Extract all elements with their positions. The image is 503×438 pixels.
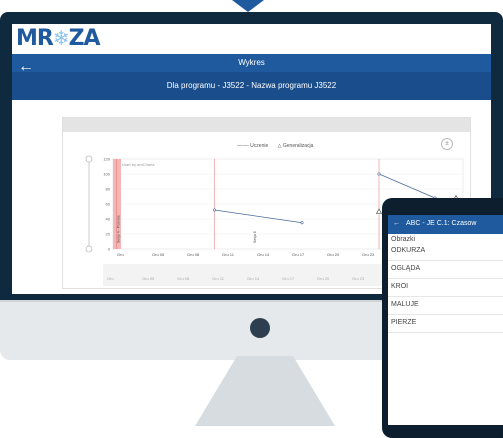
legend-generalizacja[interactable]: △ Generalizacja: [278, 143, 314, 149]
tablet-list-item[interactable]: PIERZE: [388, 317, 503, 333]
x-tick-label: Gru 05: [152, 252, 165, 257]
data-point-uczenie: [300, 221, 304, 225]
legend-generalizacja-label: Generalizacja: [282, 143, 314, 149]
logo-suffix: ZA: [68, 26, 101, 51]
tablet-list-item-label: MALUJE: [391, 301, 419, 308]
tablet-list-item[interactable]: KROI: [388, 281, 503, 297]
monitor-button-icon: [250, 318, 270, 338]
y-scroll-handle-bottom: [85, 245, 93, 253]
scrollbar-tick-label: Gru 11: [212, 276, 224, 281]
snowflake-icon: ❄: [52, 26, 70, 50]
tablet-screen: ← ABC - JE C.1: Czasow Obrazki ODKURZA OG…: [388, 215, 503, 425]
scrollbar-tick-label: Gru: [107, 276, 114, 281]
tablet-list-item[interactable]: OGLĄDA: [388, 263, 503, 279]
session-annotation: Sesja 6: [253, 231, 257, 243]
x-tick-label: Gru 20: [327, 252, 340, 257]
app-logo: MR❄ZA: [16, 26, 101, 51]
logo-prefix: MR: [16, 26, 54, 51]
tablet-list-item-label: ODKURZA: [391, 247, 426, 254]
x-tick-label: Gru: [117, 252, 124, 257]
chart-credit: JS chart by amCharts: [116, 162, 154, 167]
scrollbar-tick-label: Gru 23: [352, 276, 365, 281]
data-point-uczenie: [377, 172, 381, 176]
x-tick-label: Gru 23: [362, 252, 375, 257]
subheader: Dla programu - J3522 - Nazwa programu J3…: [12, 72, 491, 100]
scrollbar-tick-label: Gru 08: [177, 276, 190, 281]
panel-header: [63, 118, 470, 132]
page-title: Wykres: [238, 58, 265, 67]
x-tick-label: Gru 08: [187, 252, 200, 257]
x-tick-label: Gru 11: [222, 252, 235, 257]
x-tick-label: Gru 14: [257, 252, 270, 257]
scrollbar-tick-label: Gru 20: [317, 276, 330, 281]
tablet-back-icon[interactable]: ←: [393, 220, 400, 227]
scrollbar-tick-label: Gru 17: [282, 276, 295, 281]
data-point-uczenie: [213, 208, 217, 212]
y-tick-label: 80: [106, 187, 111, 192]
x-tick-label: Gru 17: [292, 252, 305, 257]
scrollbar-tick-label: Gru 05: [142, 276, 155, 281]
tablet-list-item[interactable]: MALUJE: [388, 299, 503, 315]
y-tick-label: 60: [106, 202, 111, 207]
legend-uczenie[interactable]: —◦— Uczenie: [237, 143, 268, 149]
chart-legend: —◦— Uczenie △ Generalizacja: [233, 143, 317, 149]
monitor-stand: [195, 356, 335, 426]
scrollbar-tick-label: Gru 14: [247, 276, 260, 281]
y-tick-label: 0: [108, 247, 111, 252]
tablet-title: ABC - JE C.1: Czasow: [406, 220, 477, 227]
y-tick-label: 40: [106, 217, 111, 222]
top-arrow-icon: [232, 0, 264, 12]
y-tick-label: 120: [103, 157, 110, 162]
tablet-list-item[interactable]: ODKURZA: [388, 245, 503, 261]
y-tick-label: 100: [103, 172, 110, 177]
program-title: Dla programu - J3522 - Nazwa programu J3…: [166, 81, 337, 90]
y-tick-label: 20: [106, 232, 111, 237]
tablet-list-item-label: OGLĄDA: [391, 265, 421, 272]
section-label: Obrazki: [391, 236, 416, 243]
tablet-list-item-label: PIERZE: [391, 319, 417, 326]
tablet-list-item-label: KROI: [391, 283, 409, 290]
tablet-header: ← ABC - JE C.1: Czasow: [388, 215, 503, 234]
logo-bar: MR❄ZA: [12, 24, 491, 54]
zoom-reset-icon[interactable]: ±: [441, 138, 453, 150]
session-annotation: Sesja 4 - Przerwa: [117, 215, 121, 243]
y-scroll-handle-top: [85, 155, 93, 163]
legend-uczenie-label: Uczenie: [250, 143, 269, 149]
